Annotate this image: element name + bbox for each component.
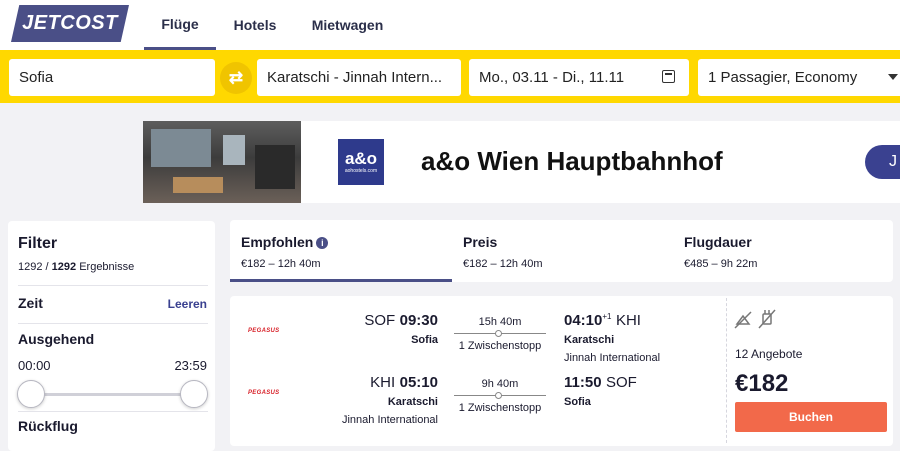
leg2-duration: 9h 40m [481, 378, 519, 390]
ad-logo-main: a&o [344, 148, 378, 168]
leg2-arr-time: 11:50 [564, 374, 602, 391]
passengers-field[interactable]: 1 Passagier, Economy [698, 59, 900, 96]
tab-hotels[interactable]: Hotels [222, 0, 288, 50]
time-to: 23:59 [174, 358, 207, 373]
top-header: JETCOST Flüge Hotels Mietwagen [0, 0, 900, 50]
ad-hotel-photo [143, 121, 301, 203]
price: €182 [735, 370, 789, 397]
destination-field[interactable]: Karatschi - Jinnah Intern... [257, 59, 461, 96]
leg1-arr-code: KHI [615, 312, 641, 329]
count-shown: 1292 [18, 261, 43, 273]
leg1-dep-time: 09:30 [399, 312, 438, 329]
ad-banner[interactable]: a&o aohostels.com a&o Wien Hauptbahnhof … [143, 121, 900, 203]
result-count: 1292 / 1292 Ergebnisse [18, 261, 134, 273]
calendar-icon [662, 70, 675, 83]
sort-recommended-text: Empfohlen [241, 234, 314, 250]
ad-cta-label: J [889, 153, 897, 170]
leg2-arr-code: SOF [606, 374, 637, 391]
tab-flights-label: Flüge [161, 15, 199, 32]
leg1-arr-time: 04:10 [564, 312, 603, 329]
sort-recommended-sub: €182 – 12h 40m [241, 258, 321, 270]
sort-duration-label: Flugdauer [684, 234, 752, 250]
origin-field[interactable]: Sofia [9, 59, 215, 96]
jetcost-logo[interactable]: JETCOST [11, 5, 129, 42]
leg2-route-line [450, 390, 550, 402]
leg1-dep-city: Sofia [411, 334, 438, 346]
leg1-duration: 15h 40m [478, 316, 522, 328]
book-button-label: Buchen [788, 410, 833, 424]
count-total: 1292 [51, 261, 77, 273]
ad-title: a&o Wien Hauptbahnhof [421, 146, 723, 176]
leg1-route: 15h 40m 1 Zwischenstopp [450, 316, 550, 352]
time-from: 00:00 [18, 358, 51, 373]
leg2-dep-time: 05:10 [399, 374, 438, 391]
sort-price[interactable]: Preis €182 – 12h 40m [452, 220, 673, 282]
leg2-dep-code: KHI [370, 374, 396, 391]
tab-car-rental-label: Mietwagen [311, 17, 384, 33]
outbound-time-slider-track[interactable] [30, 393, 205, 396]
return-label: Rückflug [18, 418, 78, 434]
count-suffix: Ergebnisse [76, 261, 135, 273]
leg2-arrival: 11:50 SOF Sofia [564, 374, 637, 410]
chevron-down-icon [888, 74, 898, 80]
leg1-arr-city: Karatschi [564, 334, 615, 346]
logo-text: JETCOST [22, 12, 118, 34]
stop-dot [495, 330, 502, 337]
divider [18, 411, 208, 412]
leg2-stops: 1 Zwischenstopp [458, 402, 542, 414]
search-bar: Sofia ⇄ Karatschi - Jinnah Intern... Mo.… [0, 50, 900, 103]
leg2-arr-city: Sofia [564, 396, 591, 408]
info-icon[interactable]: i [316, 237, 329, 249]
divider [18, 285, 208, 286]
outbound-label: Ausgehend [18, 331, 95, 347]
offers-count: 12 Angebote [735, 347, 803, 361]
leg2-departure: KHI 05:10 Karatschi Jinnah International [342, 374, 438, 428]
filter-title: Filter [18, 235, 58, 252]
count-separator: / [42, 261, 52, 273]
leg1-day-offset: +1 [602, 312, 612, 321]
leg1-departure: SOF 09:30 Sofia [364, 312, 438, 348]
sort-price-label: Preis [463, 234, 498, 250]
leg2-dep-city: Karatschi [387, 396, 438, 408]
airline-logo: PEGASUS [248, 390, 280, 396]
tab-hotels-label: Hotels [233, 17, 277, 33]
sort-price-sub: €182 – 12h 40m [463, 258, 543, 270]
swap-icon[interactable]: ⇄ [220, 62, 252, 94]
slider-handle-start[interactable] [17, 380, 45, 408]
origin-value: Sofia [19, 69, 54, 86]
stop-dot [495, 392, 502, 399]
leg1-arrival: 04:10+1 KHI Karatschi Jinnah Internation… [564, 312, 660, 366]
flight-result-card[interactable]: PEGASUS SOF 09:30 Sofia 15h 40m 1 Zwisch… [230, 296, 893, 446]
book-button[interactable]: Buchen [735, 402, 887, 432]
ad-logo-sub: aohostels.com [344, 167, 378, 174]
passengers-value: 1 Passagier, Economy [708, 69, 858, 86]
sort-tabs: Empfohlen i €182 – 12h 40m Preis €182 – 1… [230, 220, 893, 282]
reset-time-link[interactable]: Leeren [168, 297, 207, 311]
ad-brand-logo: a&o aohostels.com [338, 139, 384, 185]
leg2-route: 9h 40m 1 Zwischenstopp [450, 378, 550, 414]
no-wifi-icon [734, 311, 752, 329]
leg1-stops: 1 Zwischenstopp [458, 340, 542, 352]
time-section-title: Zeit [18, 295, 43, 311]
date-field[interactable]: Mo., 03.11 - Di., 11.11 [469, 59, 689, 96]
sort-recommended-label: Empfohlen i [241, 234, 329, 250]
date-value: Mo., 03.11 - Di., 11.11 [479, 69, 625, 86]
sort-duration[interactable]: Flugdauer €485 – 9h 22m [673, 220, 893, 282]
leg1-dep-code: SOF [364, 312, 396, 329]
leg1-route-line [450, 328, 550, 340]
leg1-arr-airport: Jinnah International [564, 352, 661, 364]
sort-duration-sub: €485 – 9h 22m [684, 258, 758, 270]
divider [18, 323, 208, 324]
tab-car-rental[interactable]: Mietwagen [300, 0, 395, 50]
no-power-icon [758, 309, 776, 329]
filter-panel: Filter 1292 / 1292 Ergebnisse Zeit Leere… [8, 221, 215, 451]
card-divider [726, 298, 727, 443]
airline-logo: PEGASUS [248, 328, 280, 334]
slider-handle-end[interactable] [180, 380, 208, 408]
leg2-dep-airport: Jinnah International [341, 414, 438, 426]
destination-value: Karatschi - Jinnah Intern... [267, 69, 443, 86]
tab-flights[interactable]: Flüge [144, 0, 216, 50]
sort-recommended[interactable]: Empfohlen i €182 – 12h 40m [230, 220, 452, 282]
ad-cta-button[interactable]: J [865, 145, 900, 179]
